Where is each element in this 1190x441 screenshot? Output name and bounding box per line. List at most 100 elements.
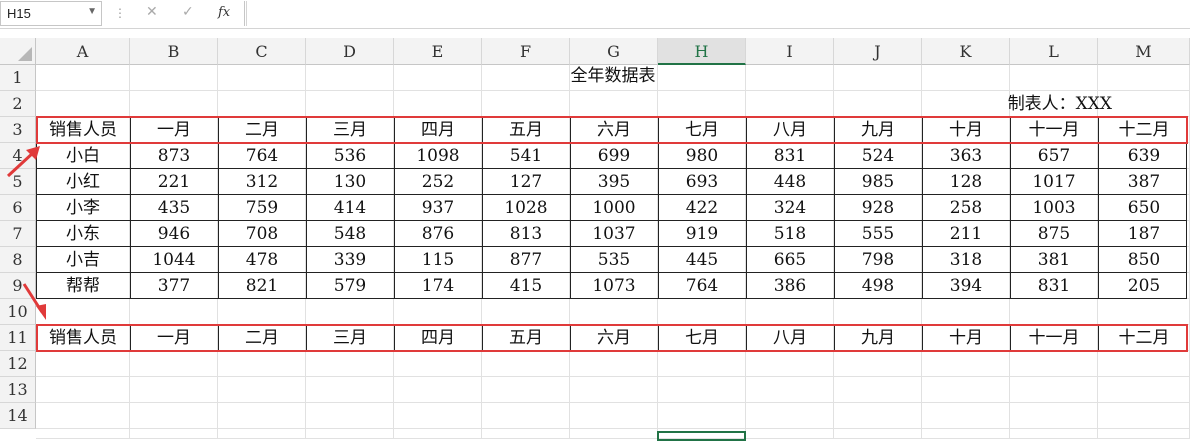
row-header-10[interactable]: 10	[0, 299, 36, 325]
data-cell[interactable]: 帮帮	[36, 273, 130, 299]
data-cell[interactable]: 小李	[36, 195, 130, 221]
column-header-c[interactable]: C	[218, 38, 306, 65]
data-cell[interactable]: 639	[1098, 143, 1190, 169]
row-header-5[interactable]: 5	[0, 169, 36, 195]
data-cell[interactable]: 377	[130, 273, 218, 299]
sheet-title[interactable]: 全年数据表	[36, 63, 1190, 89]
row-header-2[interactable]: 2	[0, 91, 36, 117]
data-cell[interactable]: 1003	[1010, 195, 1098, 221]
data-cell[interactable]: 339	[306, 247, 394, 273]
data-cell[interactable]: 579	[306, 273, 394, 299]
maker-label[interactable]: 制表人：XXX	[922, 91, 1112, 117]
data-cell[interactable]: 1044	[130, 247, 218, 273]
column-header-e[interactable]: E	[394, 38, 482, 65]
name-box[interactable]: H15 ▼	[0, 1, 102, 26]
data-cell[interactable]: 764	[218, 143, 306, 169]
select-all-button[interactable]	[0, 38, 36, 65]
data-cell[interactable]: 422	[658, 195, 746, 221]
data-cell[interactable]: 873	[130, 143, 218, 169]
column-header-b[interactable]: B	[130, 38, 218, 65]
column-header-f[interactable]: F	[482, 38, 570, 65]
row-header-6[interactable]: 6	[0, 195, 36, 221]
row-header-1[interactable]: 1	[0, 65, 36, 91]
active-cell[interactable]	[657, 431, 746, 441]
data-cell[interactable]: 1000	[570, 195, 658, 221]
data-cell[interactable]: 699	[570, 143, 658, 169]
data-cell[interactable]: 478	[218, 247, 306, 273]
data-cell[interactable]: 657	[1010, 143, 1098, 169]
row-header-11[interactable]: 11	[0, 325, 36, 351]
data-cell[interactable]: 小白	[36, 143, 130, 169]
column-header-g[interactable]: G	[570, 38, 658, 65]
data-cell[interactable]: 821	[218, 273, 306, 299]
data-cell[interactable]: 1073	[570, 273, 658, 299]
row-header-4[interactable]: 4	[0, 143, 36, 169]
data-cell[interactable]: 127	[482, 169, 570, 195]
data-cell[interactable]: 258	[922, 195, 1010, 221]
data-cell[interactable]: 363	[922, 143, 1010, 169]
data-cell[interactable]: 414	[306, 195, 394, 221]
data-cell[interactable]: 759	[218, 195, 306, 221]
data-cell[interactable]: 252	[394, 169, 482, 195]
data-cell[interactable]: 1017	[1010, 169, 1098, 195]
insert-function-icon[interactable]: fx	[218, 5, 230, 20]
data-cell[interactable]: 764	[658, 273, 746, 299]
data-cell[interactable]: 928	[834, 195, 922, 221]
data-cell[interactable]: 536	[306, 143, 394, 169]
data-cell[interactable]: 130	[306, 169, 394, 195]
data-cell[interactable]: 394	[922, 273, 1010, 299]
chevron-down-icon[interactable]: ▼	[87, 6, 97, 17]
data-cell[interactable]: 693	[658, 169, 746, 195]
column-header-a[interactable]: A	[36, 38, 130, 65]
data-cell[interactable]: 876	[394, 221, 482, 247]
data-cell[interactable]: 381	[1010, 247, 1098, 273]
enter-icon[interactable]: ✓	[182, 4, 194, 20]
data-cell[interactable]: 937	[394, 195, 482, 221]
data-cell[interactable]: 548	[306, 221, 394, 247]
data-cell[interactable]: 946	[130, 221, 218, 247]
data-cell[interactable]: 877	[482, 247, 570, 273]
data-cell[interactable]: 650	[1098, 195, 1190, 221]
row-header-13[interactable]: 13	[0, 377, 36, 403]
data-cell[interactable]: 128	[922, 169, 1010, 195]
data-cell[interactable]: 875	[1010, 221, 1098, 247]
data-cell[interactable]: 115	[394, 247, 482, 273]
row-header-14[interactable]: 14	[0, 403, 36, 429]
row-header-12[interactable]: 12	[0, 351, 36, 377]
row-header-7[interactable]: 7	[0, 221, 36, 247]
data-cell[interactable]: 312	[218, 169, 306, 195]
data-cell[interactable]: 798	[834, 247, 922, 273]
data-cell[interactable]: 980	[658, 143, 746, 169]
data-cell[interactable]: 205	[1098, 273, 1190, 299]
data-cell[interactable]: 187	[1098, 221, 1190, 247]
column-header-d[interactable]: D	[306, 38, 394, 65]
data-cell[interactable]: 445	[658, 247, 746, 273]
data-cell[interactable]: 415	[482, 273, 570, 299]
data-cell[interactable]: 1028	[482, 195, 570, 221]
data-cell[interactable]: 1098	[394, 143, 482, 169]
data-cell[interactable]: 541	[482, 143, 570, 169]
data-cell[interactable]: 221	[130, 169, 218, 195]
data-cell[interactable]: 386	[746, 273, 834, 299]
data-cell[interactable]: 318	[922, 247, 1010, 273]
data-cell[interactable]: 813	[482, 221, 570, 247]
column-header-k[interactable]: K	[922, 38, 1010, 65]
cancel-icon[interactable]: ✕	[146, 4, 158, 20]
data-cell[interactable]: 708	[218, 221, 306, 247]
data-cell[interactable]: 831	[746, 143, 834, 169]
column-header-m[interactable]: M	[1098, 38, 1190, 65]
column-header-i[interactable]: I	[746, 38, 834, 65]
data-cell[interactable]: 498	[834, 273, 922, 299]
data-cell[interactable]: 211	[922, 221, 1010, 247]
column-header-j[interactable]: J	[834, 38, 922, 65]
data-cell[interactable]: 524	[834, 143, 922, 169]
row-header-9[interactable]: 9	[0, 273, 36, 299]
data-cell[interactable]: 518	[746, 221, 834, 247]
formula-input[interactable]	[246, 1, 1190, 26]
column-header-h[interactable]: H	[658, 38, 746, 65]
column-header-l[interactable]: L	[1010, 38, 1098, 65]
data-cell[interactable]: 919	[658, 221, 746, 247]
data-cell[interactable]: 555	[834, 221, 922, 247]
data-cell[interactable]: 435	[130, 195, 218, 221]
data-cell[interactable]: 小吉	[36, 247, 130, 273]
